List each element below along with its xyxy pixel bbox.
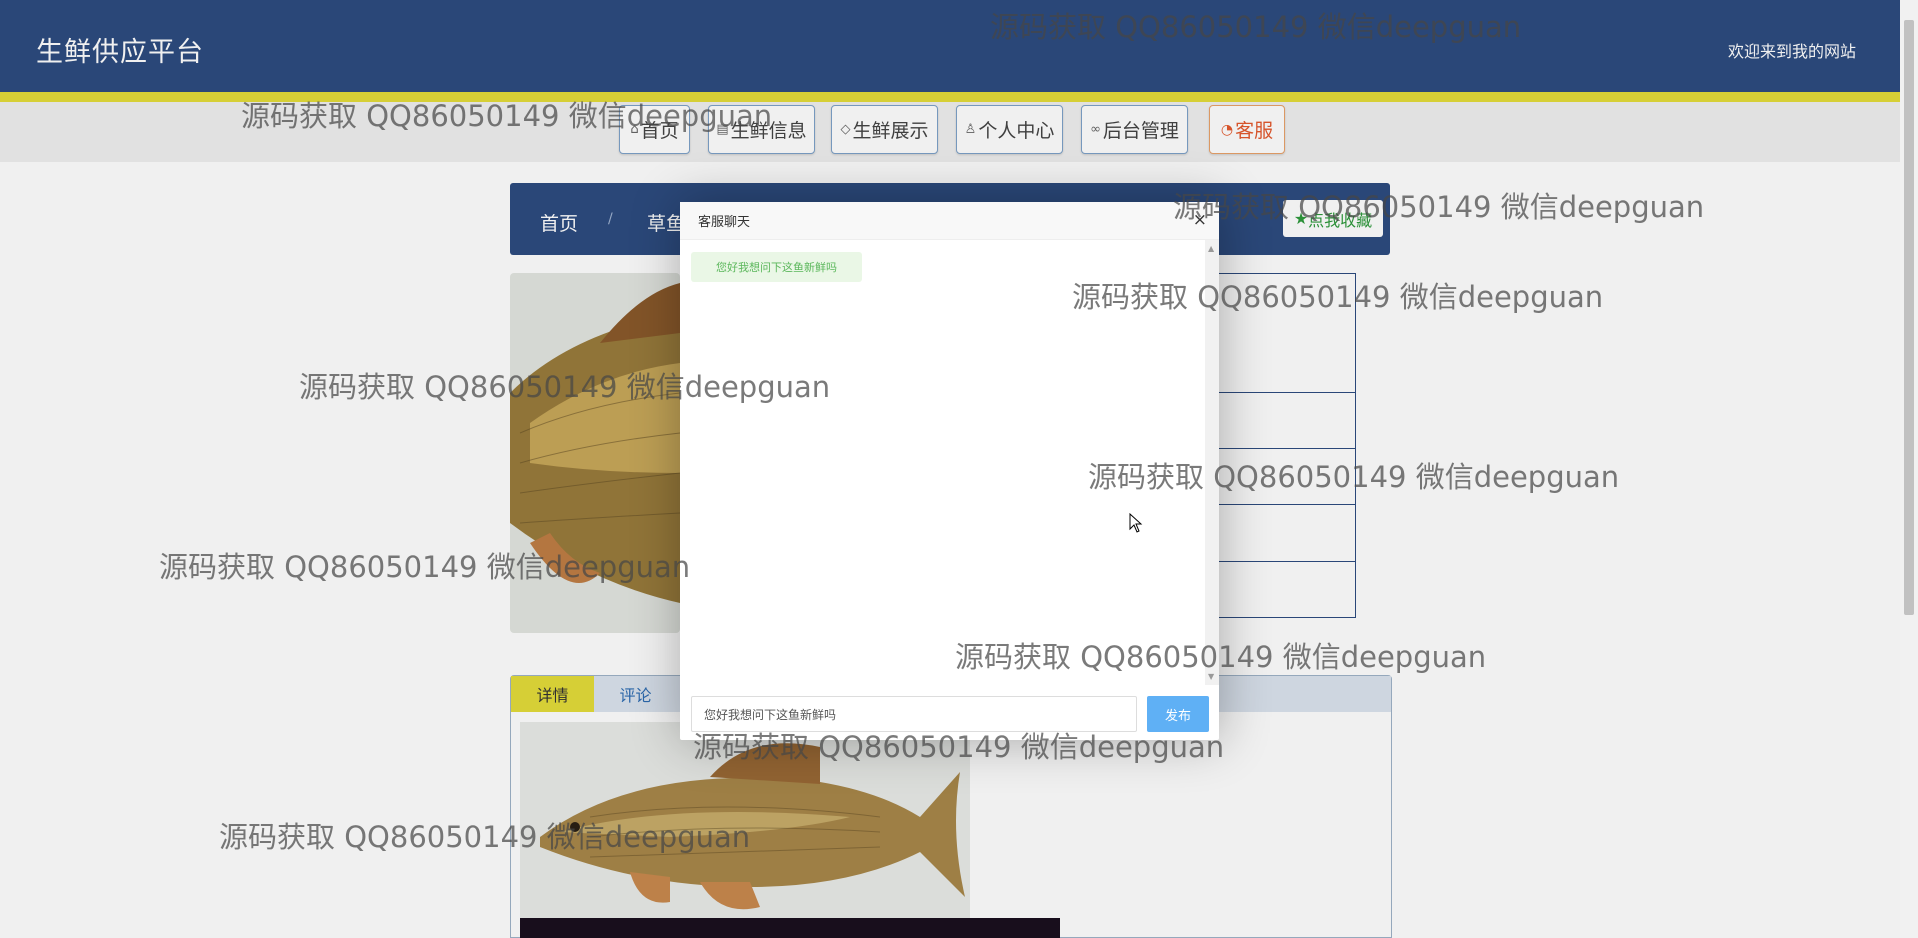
page-scroll-thumb[interactable] bbox=[1904, 20, 1914, 615]
dialog-header: 客服聊天 × bbox=[680, 202, 1219, 240]
mouse-cursor-icon bbox=[1129, 512, 1143, 537]
close-icon[interactable]: × bbox=[1193, 210, 1207, 230]
page-scrollbar[interactable] bbox=[1900, 0, 1918, 938]
send-button[interactable]: 发布 bbox=[1147, 696, 1209, 732]
chat-dialog: 客服聊天 × 您好我想问下这鱼新鲜吗 ▲ ▼ 发布 bbox=[680, 202, 1219, 740]
chat-scrollbar[interactable]: ▲ ▼ bbox=[1205, 240, 1219, 685]
chat-input[interactable] bbox=[691, 696, 1137, 732]
chat-messages: 您好我想问下这鱼新鲜吗 bbox=[680, 240, 1205, 685]
scroll-down-icon[interactable]: ▼ bbox=[1208, 672, 1214, 681]
chat-message: 您好我想问下这鱼新鲜吗 bbox=[691, 252, 862, 282]
scroll-up-icon[interactable]: ▲ bbox=[1208, 244, 1214, 253]
dialog-title: 客服聊天 bbox=[698, 215, 751, 230]
